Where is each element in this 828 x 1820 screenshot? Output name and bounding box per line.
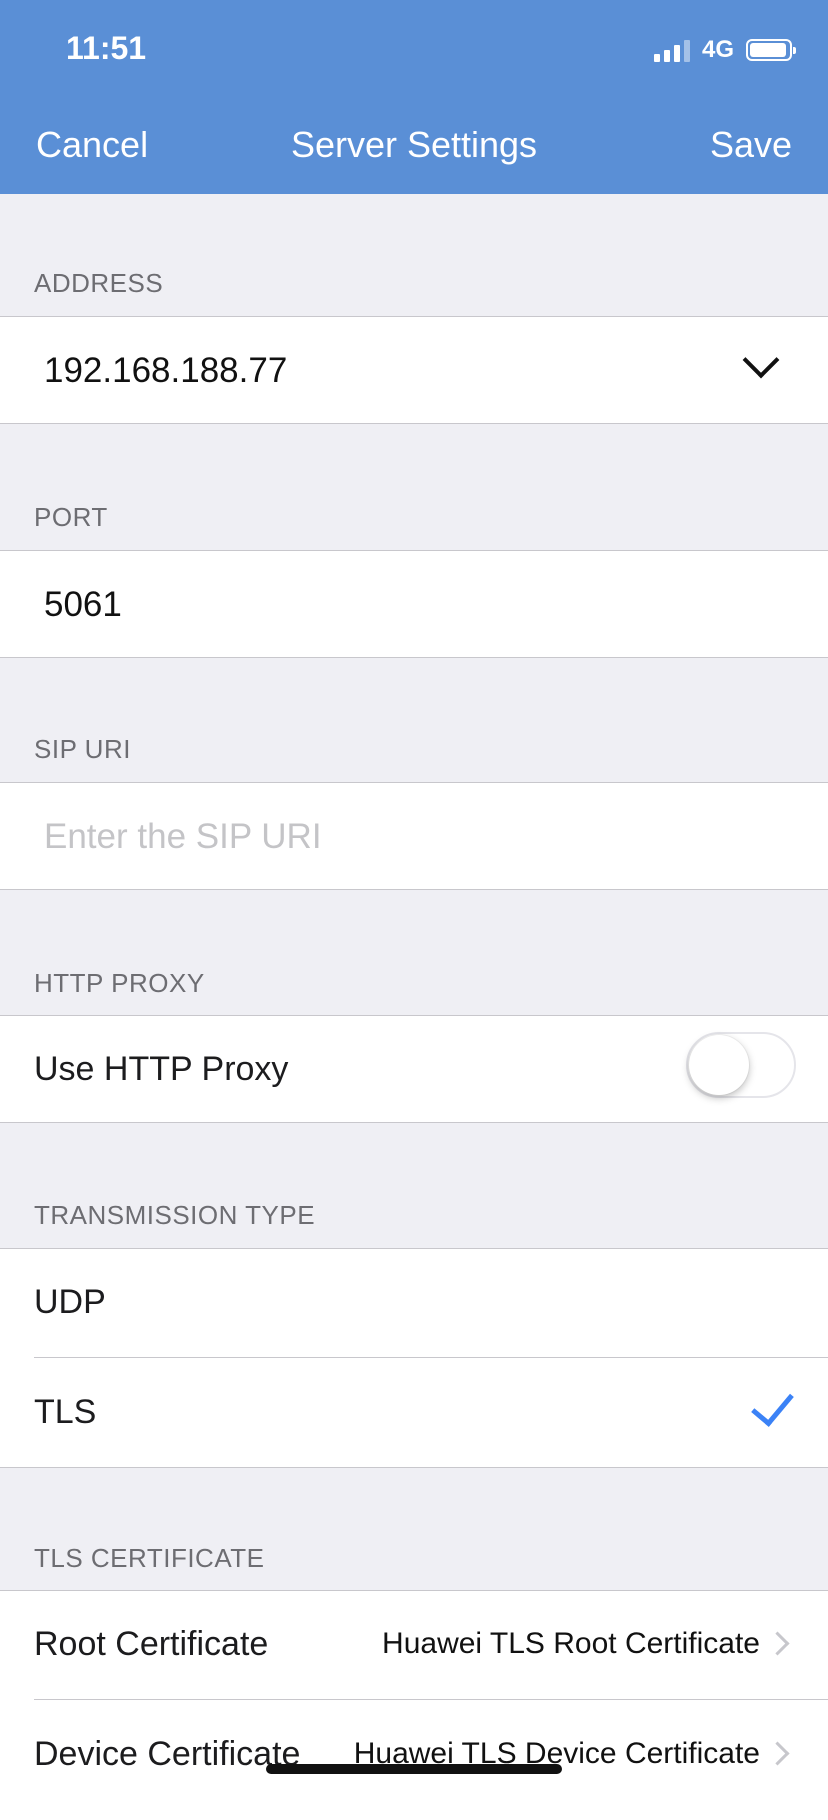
port-section-label: PORT	[34, 502, 108, 532]
http-proxy-toggle[interactable]	[686, 1032, 796, 1098]
transmission-option-tls[interactable]: TLS	[0, 1359, 828, 1467]
port-field[interactable]: 5061	[0, 550, 828, 658]
sip-uri-section-label: SIP URI	[34, 734, 131, 764]
root-certificate-value: Huawei TLS Root Certificate	[382, 1627, 760, 1660]
divider	[34, 1699, 828, 1700]
root-certificate-label: Root Certificate	[34, 1625, 269, 1663]
navigation-header: 11:51 4G Cancel Server Settings Save	[0, 0, 828, 194]
page-title: Server Settings	[290, 124, 538, 165]
battery-icon	[746, 39, 796, 61]
port-value[interactable]: 5061	[44, 585, 122, 625]
address-value[interactable]: 192.168.188.77	[44, 351, 287, 391]
chevron-right-icon	[765, 1631, 790, 1656]
signal-icon	[653, 38, 690, 62]
address-section-label: ADDRESS	[34, 268, 164, 298]
tls-certificate-section-label: TLS CERTIFICATE	[34, 1543, 265, 1573]
root-certificate-row[interactable]: Root Certificate Huawei TLS Root Certifi…	[0, 1591, 828, 1699]
device-certificate-label: Device Certificate	[34, 1735, 301, 1773]
sip-uri-field[interactable]: Enter the SIP URI	[0, 782, 828, 890]
save-button[interactable]: Save	[710, 124, 792, 166]
address-field[interactable]: 192.168.188.77	[0, 316, 828, 424]
http-proxy-section-label: HTTP PROXY	[34, 968, 205, 998]
status-indicators: 4G	[653, 36, 796, 64]
status-time: 11:51	[66, 30, 147, 66]
network-type: 4G	[701, 36, 734, 63]
option-label: UDP	[34, 1283, 106, 1321]
device-certificate-row[interactable]: Device Certificate Huawei TLS Device Cer…	[0, 1701, 828, 1809]
divider	[34, 1357, 828, 1358]
sip-uri-input[interactable]: Enter the SIP URI	[44, 817, 322, 857]
option-label: TLS	[34, 1393, 97, 1431]
certificate-list: Root Certificate Huawei TLS Root Certifi…	[0, 1590, 828, 1820]
transmission-option-udp[interactable]: UDP	[0, 1249, 828, 1357]
battery-level	[750, 43, 787, 57]
http-proxy-row: Use HTTP Proxy	[0, 1015, 828, 1123]
chevron-down-icon[interactable]	[742, 341, 780, 379]
transmission-options: UDP TLS	[0, 1248, 828, 1468]
checkmark-icon	[751, 1382, 794, 1427]
toggle-knob	[689, 1035, 749, 1095]
chevron-right-icon	[765, 1741, 790, 1766]
use-http-proxy-label: Use HTTP Proxy	[34, 1050, 289, 1088]
transmission-section-label: TRANSMISSION TYPE	[34, 1200, 316, 1230]
home-indicator[interactable]	[266, 1764, 562, 1774]
